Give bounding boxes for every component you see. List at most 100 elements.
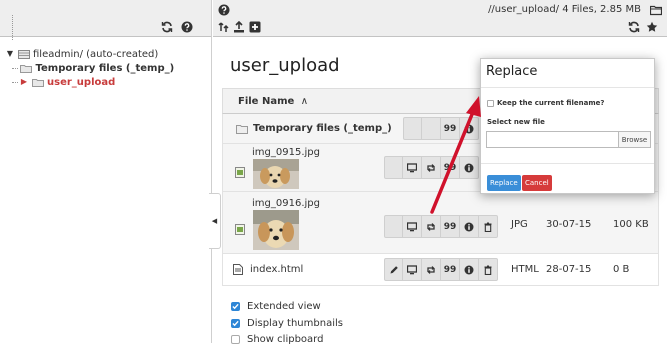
quote-button[interactable]: 99	[441, 215, 460, 238]
retweet-icon	[427, 222, 435, 231]
bookmark-star-icon[interactable]	[645, 20, 659, 34]
delete-button[interactable]	[479, 258, 498, 281]
replace-button[interactable]	[422, 156, 441, 179]
quote-button[interactable]: 99	[441, 258, 460, 281]
file-name[interactable]: img_0915.jpg	[252, 147, 320, 158]
file-name[interactable]: img_0916.jpg	[252, 198, 320, 209]
info-button[interactable]	[460, 215, 479, 238]
folder-icon	[20, 64, 32, 73]
main-toolbar: //user_upload/ 4 Files, 2.85 MB	[213, 0, 667, 37]
image-file-icon	[235, 224, 245, 235]
upload-icon[interactable]	[232, 20, 246, 34]
info-button[interactable]	[460, 156, 479, 179]
check-icon	[232, 320, 239, 327]
arrow-left-icon: ◀	[211, 217, 218, 225]
dialog-title: Replace	[486, 64, 538, 79]
check-icon	[232, 303, 239, 310]
dialog-footer: Replace Cancel	[481, 163, 654, 195]
tree-toolbar	[0, 0, 211, 37]
display-thumbnails-checkbox[interactable]	[231, 319, 240, 328]
row-actions: 99	[384, 215, 498, 238]
info-icon	[464, 265, 474, 274]
refresh-icon[interactable]	[160, 20, 174, 34]
folder-icon[interactable]	[649, 3, 663, 17]
quote-button[interactable]: 99	[441, 156, 460, 179]
table-row[interactable]: img_0916.jpg 99 JPG 30-07-15 100 KB	[222, 192, 659, 254]
trash-icon	[484, 265, 492, 275]
row-actions: 99	[403, 117, 479, 140]
help-icon[interactable]	[180, 20, 194, 34]
path-info: //user_upload/ 4 Files, 2.85 MB	[488, 4, 641, 15]
page-title: user_upload	[230, 55, 340, 76]
info-icon	[464, 163, 474, 172]
folder-icon	[31, 78, 44, 87]
replace-dialog: Replace Keep the current filename? Selec…	[480, 58, 655, 194]
edit-button[interactable]	[384, 258, 403, 281]
tree-item-label: fileadmin/ (auto-created)	[33, 49, 159, 60]
monitor-icon	[407, 221, 417, 231]
empty-button	[384, 156, 403, 179]
info-icon	[464, 222, 474, 231]
preview-button[interactable]	[403, 258, 422, 281]
select-file-label: Select new file	[487, 118, 545, 126]
info-button[interactable]	[460, 117, 479, 140]
refresh-icon[interactable]	[627, 20, 641, 34]
storage-icon	[17, 49, 30, 59]
preview-button[interactable]	[403, 156, 422, 179]
folder-icon	[236, 125, 248, 134]
row-actions: 99	[384, 156, 479, 179]
file-size: 0 B	[613, 264, 630, 275]
file-name[interactable]: Temporary files (_temp_)	[253, 123, 392, 134]
tree-item-label: user_upload	[47, 77, 116, 88]
caret-down-icon[interactable]: ▼	[6, 47, 14, 61]
display-thumbnails-option[interactable]: Display thumbnails	[231, 317, 343, 330]
empty-button	[403, 117, 422, 140]
empty-button	[384, 215, 403, 238]
thumbnail-image[interactable]	[253, 159, 299, 189]
collapse-tree-handle[interactable]: ◀	[209, 193, 221, 249]
retweet-icon	[427, 163, 435, 172]
quote-button[interactable]: 99	[441, 117, 460, 140]
preview-button[interactable]	[403, 215, 422, 238]
caret-right-icon[interactable]: ▶	[20, 75, 28, 89]
extended-view-option[interactable]: Extended view	[231, 300, 321, 313]
folder-tree: ▼ fileadmin/ (auto-created) Temporary fi…	[0, 15, 211, 89]
file-name[interactable]: index.html	[250, 264, 303, 275]
replace-button[interactable]	[422, 258, 441, 281]
tree-item-temp[interactable]: Temporary files (_temp_)	[0, 61, 211, 75]
file-input[interactable]: Browse	[486, 131, 651, 148]
file-type: JPG	[511, 219, 528, 230]
trash-icon	[484, 222, 492, 232]
new-file-icon[interactable]	[248, 20, 262, 34]
replace-button[interactable]	[422, 215, 441, 238]
extended-view-checkbox[interactable]	[231, 302, 240, 311]
tree-item-fileadmin[interactable]: ▼ fileadmin/ (auto-created)	[0, 47, 211, 61]
column-file-name[interactable]: File Name ∧	[238, 96, 308, 107]
file-type: HTML	[511, 264, 539, 275]
file-input-text[interactable]	[487, 132, 618, 147]
table-row[interactable]: index.html 99 HTML 28-07-15 0 B	[222, 254, 659, 286]
replace-confirm-button[interactable]: Replace	[487, 175, 521, 191]
keep-filename-checkbox[interactable]	[487, 99, 494, 107]
file-date: 28-07-15	[546, 264, 592, 275]
empty-button	[422, 117, 441, 140]
browse-button[interactable]: Browse	[618, 132, 650, 147]
thumbnail-image[interactable]	[253, 210, 299, 250]
tree-item-user-upload[interactable]: ▶ user_upload	[0, 75, 211, 89]
retweet-icon	[427, 265, 435, 274]
pencil-icon	[390, 265, 398, 273]
info-button[interactable]	[460, 258, 479, 281]
image-file-icon	[235, 167, 245, 178]
text-file-icon	[233, 264, 243, 275]
folder-tree-pane: ▼ fileadmin/ (auto-created) Temporary fi…	[0, 0, 212, 343]
cancel-button[interactable]: Cancel	[522, 175, 552, 191]
file-size: 100 KB	[613, 219, 649, 230]
delete-button[interactable]	[479, 215, 498, 238]
file-date: 30-07-15	[546, 219, 592, 230]
new-folder-icon[interactable]	[217, 20, 231, 34]
tree-item-label: Temporary files (_temp_)	[35, 63, 175, 74]
show-clipboard-option[interactable]: Show clipboard	[231, 333, 323, 346]
help-icon[interactable]	[217, 3, 231, 17]
info-icon	[464, 124, 474, 133]
keep-filename-option[interactable]: Keep the current filename?	[487, 99, 604, 107]
